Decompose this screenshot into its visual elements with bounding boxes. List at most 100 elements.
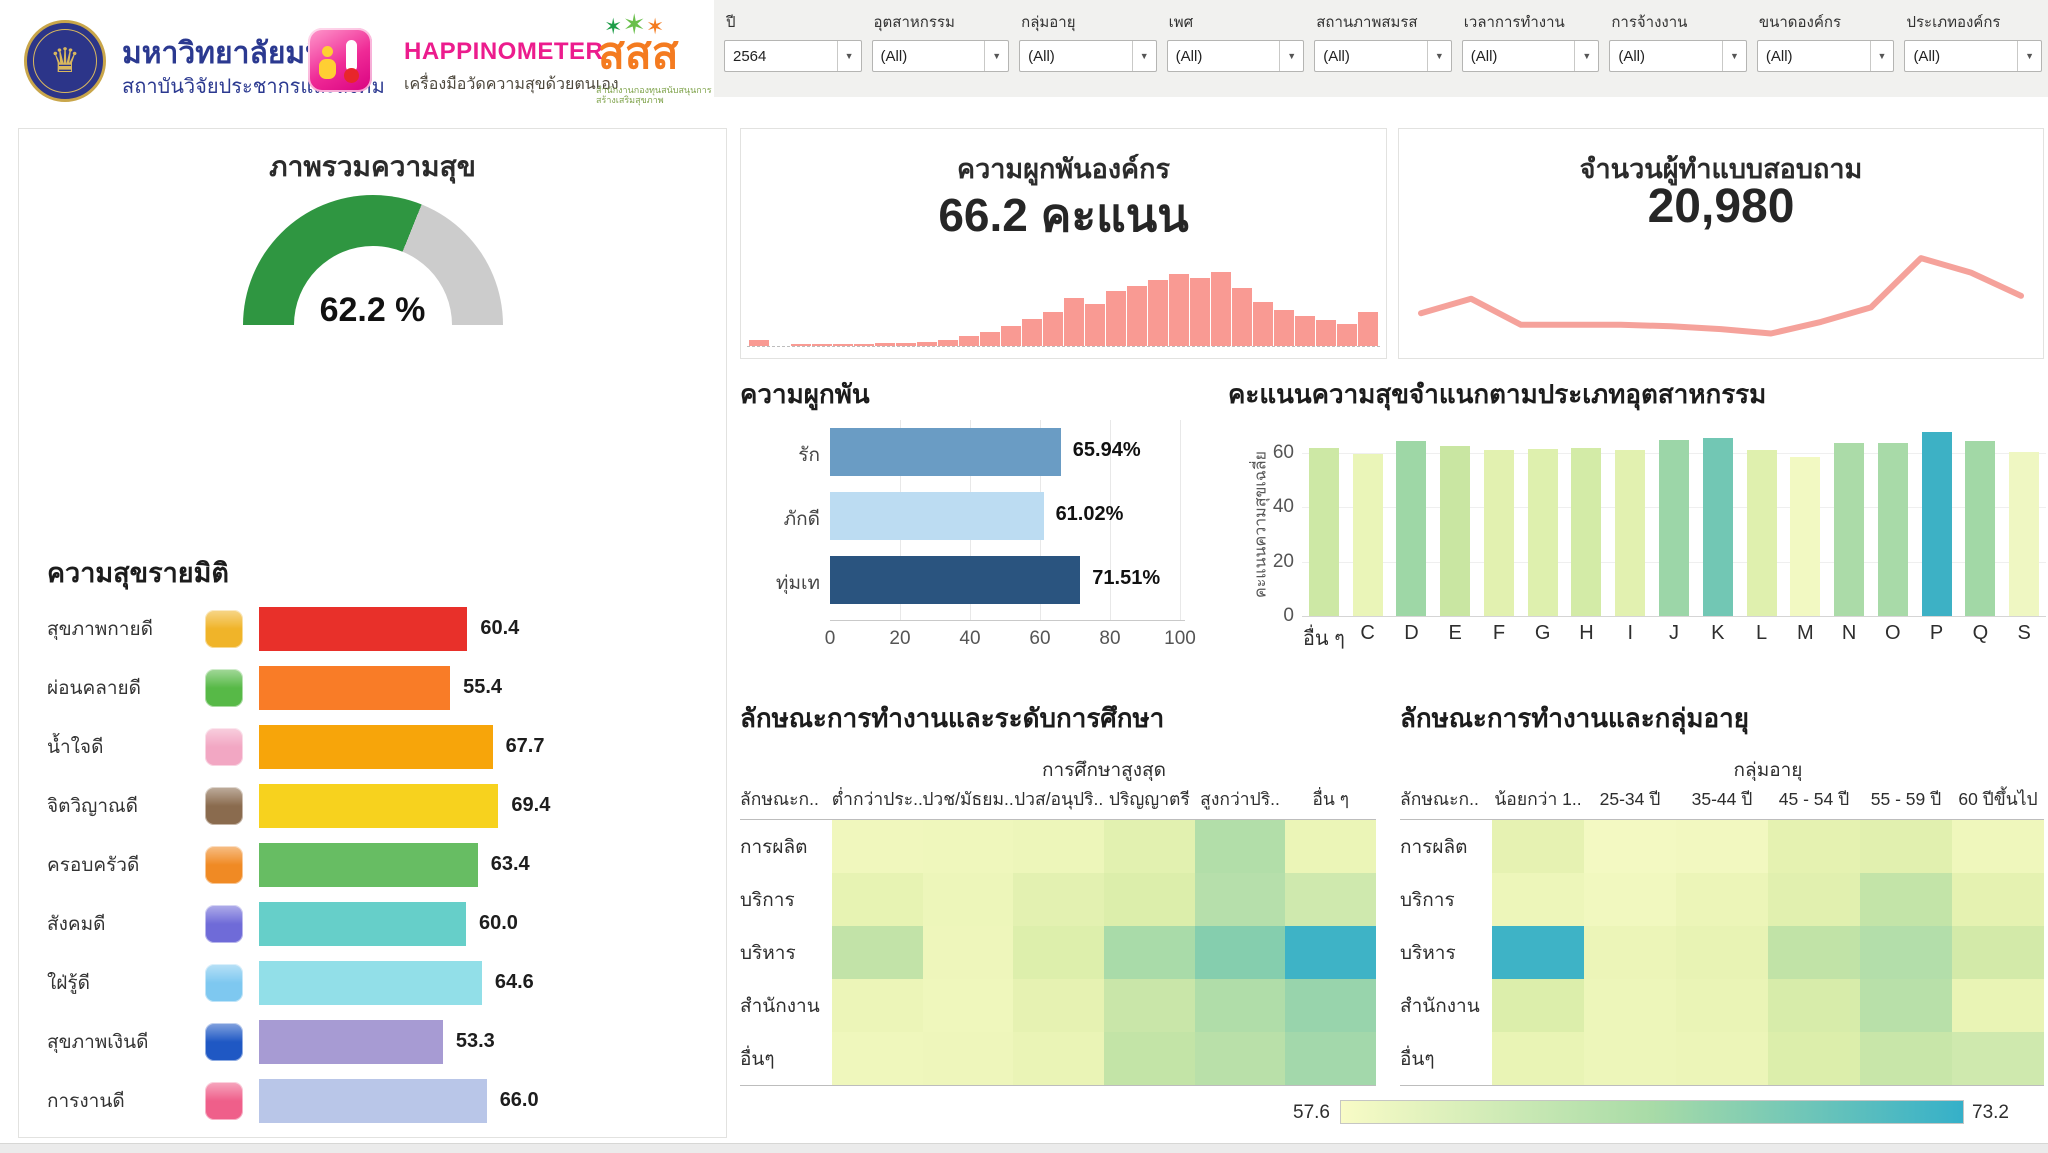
filter-dropdown-org-size[interactable]: (All)▼ [1757,40,1895,72]
heatmap-cell[interactable] [1013,820,1104,873]
chevron-down-icon[interactable]: ▼ [1870,41,1894,71]
heatmap-cell[interactable] [1584,926,1676,979]
industry-bar[interactable] [1309,448,1339,616]
industry-bar[interactable] [1790,457,1820,616]
heatmap-cell[interactable] [1285,820,1376,873]
heatmap-cell[interactable] [1285,926,1376,979]
histogram-bar[interactable] [1001,326,1021,346]
histogram-bar[interactable] [1211,272,1231,346]
histogram-bar[interactable] [875,343,895,346]
filter-dropdown-age-group[interactable]: (All)▼ [1019,40,1157,72]
industry-bar[interactable] [1615,450,1645,616]
histogram-bar[interactable] [854,344,874,346]
chevron-down-icon[interactable]: ▼ [1132,41,1156,71]
heatmap-cell[interactable] [1195,926,1286,979]
heatmap-cell[interactable] [832,820,923,873]
heatmap-cell[interactable] [1676,979,1768,1032]
histogram-bar[interactable] [1148,280,1168,346]
heatmap-cell[interactable] [1013,1032,1104,1085]
heatmap-cell[interactable] [1285,979,1376,1032]
heatmap-cell[interactable] [1584,979,1676,1032]
filter-dropdown-marital-status[interactable]: (All)▼ [1314,40,1452,72]
heatmap-cell[interactable] [1285,873,1376,926]
dimension-bar[interactable] [259,1020,443,1064]
histogram-bar[interactable] [1190,278,1210,346]
histogram-bar[interactable] [791,344,811,346]
industry-bar[interactable] [1353,454,1383,616]
engagement-bar[interactable] [830,428,1061,476]
heatmap-cell[interactable] [1952,926,2044,979]
heatmap-cell[interactable] [1952,1032,2044,1085]
histogram-bar[interactable] [749,340,769,346]
heatmap-cell[interactable] [1860,820,1952,873]
filter-dropdown-employment[interactable]: (All)▼ [1609,40,1747,72]
dimension-bar[interactable] [259,902,466,946]
industry-bar[interactable] [1440,446,1470,616]
histogram-bar[interactable] [938,340,958,346]
industry-bar[interactable] [1965,441,1995,616]
filter-dropdown-gender[interactable]: (All)▼ [1167,40,1305,72]
chevron-down-icon[interactable]: ▼ [837,41,861,71]
heatmap-cell[interactable] [1860,873,1952,926]
histogram-bar[interactable] [1106,291,1126,346]
dimension-bar[interactable] [259,784,498,828]
heatmap-cell[interactable] [832,926,923,979]
heatmap-cell[interactable] [1676,820,1768,873]
heatmap-cell[interactable] [1195,873,1286,926]
industry-bar[interactable] [1922,432,1952,616]
industry-bar[interactable] [1571,448,1601,616]
histogram-bar[interactable] [1085,304,1105,346]
histogram-bar[interactable] [1064,298,1084,346]
heatmap-cell[interactable] [1104,926,1195,979]
filter-dropdown-industry[interactable]: (All)▼ [872,40,1010,72]
histogram-bar[interactable] [1043,312,1063,346]
heatmap-cell[interactable] [1285,1032,1376,1085]
histogram-bar[interactable] [1274,310,1294,346]
histogram-bar[interactable] [1232,288,1252,346]
heatmap-cell[interactable] [1104,979,1195,1032]
heatmap-cell[interactable] [1768,873,1860,926]
heatmap-cell[interactable] [1492,979,1584,1032]
dimension-bar[interactable] [259,725,493,769]
heatmap-cell[interactable] [832,979,923,1032]
engagement-bar[interactable] [830,556,1080,604]
heatmap-cell[interactable] [1104,873,1195,926]
heatmap-cell[interactable] [923,820,1014,873]
heatmap-cell[interactable] [1104,820,1195,873]
chevron-down-icon[interactable]: ▼ [1427,41,1451,71]
heatmap-cell[interactable] [1013,926,1104,979]
filter-dropdown-year[interactable]: 2564▼ [724,40,862,72]
heatmap-cell[interactable] [1768,926,1860,979]
histogram-bar[interactable] [1316,320,1336,346]
histogram-bar[interactable] [1169,274,1189,346]
chevron-down-icon[interactable]: ▼ [984,41,1008,71]
dimension-bar[interactable] [259,607,467,651]
chevron-down-icon[interactable]: ▼ [1279,41,1303,71]
heatmap-cell[interactable] [923,926,1014,979]
heatmap-cell[interactable] [1013,873,1104,926]
engagement-bar[interactable] [830,492,1044,540]
heatmap-cell[interactable] [1860,926,1952,979]
histogram-bar[interactable] [833,344,853,346]
heatmap-cell[interactable] [1492,1032,1584,1085]
heatmap-cell[interactable] [1768,979,1860,1032]
filter-dropdown-work-time[interactable]: (All)▼ [1462,40,1600,72]
heatmap-cell[interactable] [1104,1032,1195,1085]
chevron-down-icon[interactable]: ▼ [2017,41,2041,71]
heatmap-cell[interactable] [923,873,1014,926]
heatmap-cell[interactable] [1013,979,1104,1032]
heatmap-cell[interactable] [1492,926,1584,979]
industry-bar[interactable] [1878,443,1908,616]
heatmap-cell[interactable] [923,979,1014,1032]
chevron-down-icon[interactable]: ▼ [1574,41,1598,71]
heatmap-cell[interactable] [1195,820,1286,873]
heatmap-cell[interactable] [1860,979,1952,1032]
heatmap-cell[interactable] [1195,979,1286,1032]
heatmap-cell[interactable] [1584,820,1676,873]
heatmap-cell[interactable] [1584,1032,1676,1085]
dimension-bar[interactable] [259,666,450,710]
heatmap-cell[interactable] [1492,820,1584,873]
histogram-bar[interactable] [812,344,832,346]
heatmap-cell[interactable] [832,1032,923,1085]
histogram-bar[interactable] [1022,319,1042,346]
